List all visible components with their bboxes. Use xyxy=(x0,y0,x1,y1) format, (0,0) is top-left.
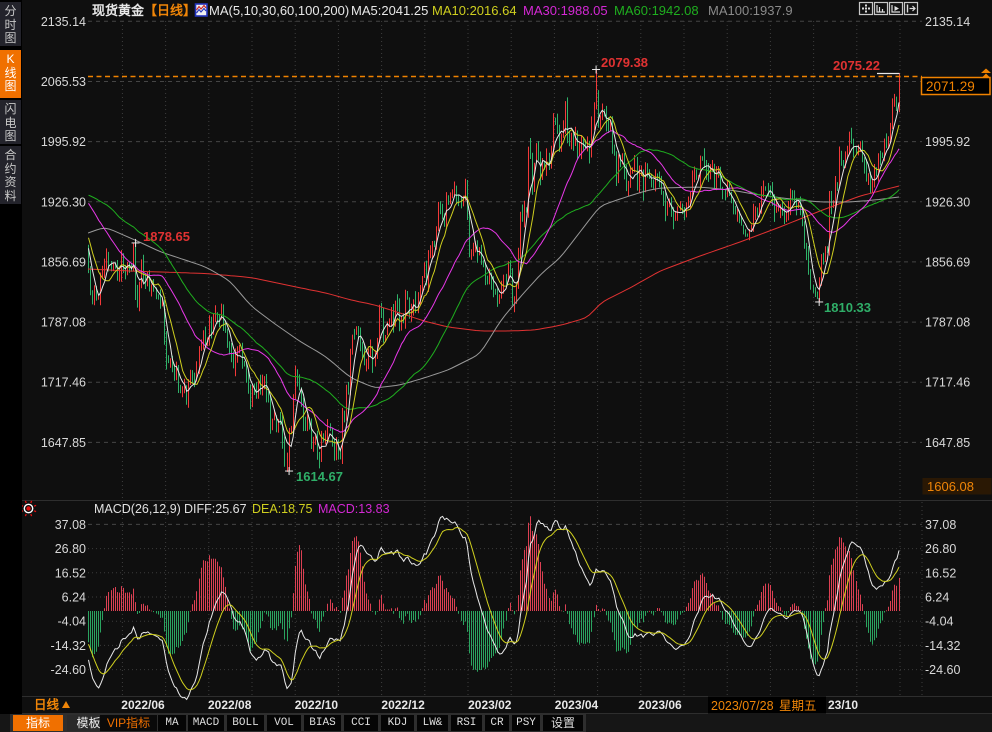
svg-text:DIFF:25.67: DIFF:25.67 xyxy=(184,502,247,516)
svg-text:1647.85: 1647.85 xyxy=(41,436,86,450)
svg-text:-4.04: -4.04 xyxy=(925,615,954,629)
svg-text:23/10: 23/10 xyxy=(828,698,858,712)
svg-text:MA(5,10,30,60,100,200): MA(5,10,30,60,100,200) xyxy=(209,3,349,18)
svg-text:2022/08: 2022/08 xyxy=(208,698,252,712)
svg-text:日线: 日线 xyxy=(34,697,60,712)
svg-text:1995.92: 1995.92 xyxy=(925,135,970,149)
svg-text:2075.22: 2075.22 xyxy=(833,58,880,73)
svg-text:2135.14: 2135.14 xyxy=(41,15,86,29)
svg-text:37.08: 37.08 xyxy=(55,518,86,532)
svg-text:-24.60: -24.60 xyxy=(925,663,960,677)
svg-text:MA5:2041.25: MA5:2041.25 xyxy=(351,3,428,18)
svg-text:2065.53: 2065.53 xyxy=(41,75,86,89)
svg-text:1787.08: 1787.08 xyxy=(925,316,970,330)
svg-text:2135.14: 2135.14 xyxy=(925,15,970,29)
svg-text:1787.08: 1787.08 xyxy=(41,316,86,330)
svg-text:2023/02: 2023/02 xyxy=(468,698,512,712)
svg-text:-14.32: -14.32 xyxy=(925,639,960,653)
svg-text:1810.33: 1810.33 xyxy=(824,300,871,315)
svg-text:16.52: 16.52 xyxy=(925,566,956,580)
svg-text:现货黄金: 现货黄金 xyxy=(92,3,145,18)
svg-text:26.80: 26.80 xyxy=(925,542,956,556)
svg-text:MA30:1988.05: MA30:1988.05 xyxy=(523,3,608,18)
svg-text:1995.92: 1995.92 xyxy=(41,135,86,149)
svg-text:MA10:2016.64: MA10:2016.64 xyxy=(432,3,517,18)
svg-text:1856.69: 1856.69 xyxy=(41,255,86,269)
svg-text:MACD(26,12,9): MACD(26,12,9) xyxy=(94,502,181,516)
svg-text:1647.85: 1647.85 xyxy=(925,436,970,450)
svg-text:-14.32: -14.32 xyxy=(51,639,86,653)
svg-text:6.24: 6.24 xyxy=(62,591,86,605)
svg-text:1606.08: 1606.08 xyxy=(927,479,974,494)
svg-text:MACD:13.83: MACD:13.83 xyxy=(318,502,390,516)
svg-text:2023/07/28: 2023/07/28 xyxy=(711,699,774,713)
svg-text:2071.29: 2071.29 xyxy=(926,79,975,94)
svg-text:2022/12: 2022/12 xyxy=(381,698,425,712)
svg-text:26.80: 26.80 xyxy=(55,542,86,556)
svg-text:16.52: 16.52 xyxy=(55,566,86,580)
svg-text:2023/04: 2023/04 xyxy=(555,698,599,712)
svg-text:1717.46: 1717.46 xyxy=(41,376,86,390)
svg-text:DEA:18.75: DEA:18.75 xyxy=(252,502,313,516)
svg-text:-24.60: -24.60 xyxy=(51,663,86,677)
svg-text:【日线】: 【日线】 xyxy=(144,3,196,18)
svg-text:星期五: 星期五 xyxy=(779,699,817,713)
svg-text:2022/06: 2022/06 xyxy=(121,698,165,712)
svg-text:1878.65: 1878.65 xyxy=(143,229,190,244)
svg-text:6.24: 6.24 xyxy=(925,591,949,605)
svg-text:1614.67: 1614.67 xyxy=(296,469,343,484)
svg-text:2023/06: 2023/06 xyxy=(638,698,682,712)
svg-text:2079.38: 2079.38 xyxy=(601,55,648,70)
svg-text:1926.30: 1926.30 xyxy=(41,195,86,209)
svg-text:1856.69: 1856.69 xyxy=(925,255,970,269)
svg-text:37.08: 37.08 xyxy=(925,518,956,532)
svg-text:1717.46: 1717.46 xyxy=(925,376,970,390)
svg-text:1926.30: 1926.30 xyxy=(925,195,970,209)
svg-text:2022/10: 2022/10 xyxy=(295,698,339,712)
svg-text:-4.04: -4.04 xyxy=(58,615,87,629)
svg-text:MA100:1937.9: MA100:1937.9 xyxy=(708,3,793,18)
svg-text:MA60:1942.08: MA60:1942.08 xyxy=(614,3,699,18)
